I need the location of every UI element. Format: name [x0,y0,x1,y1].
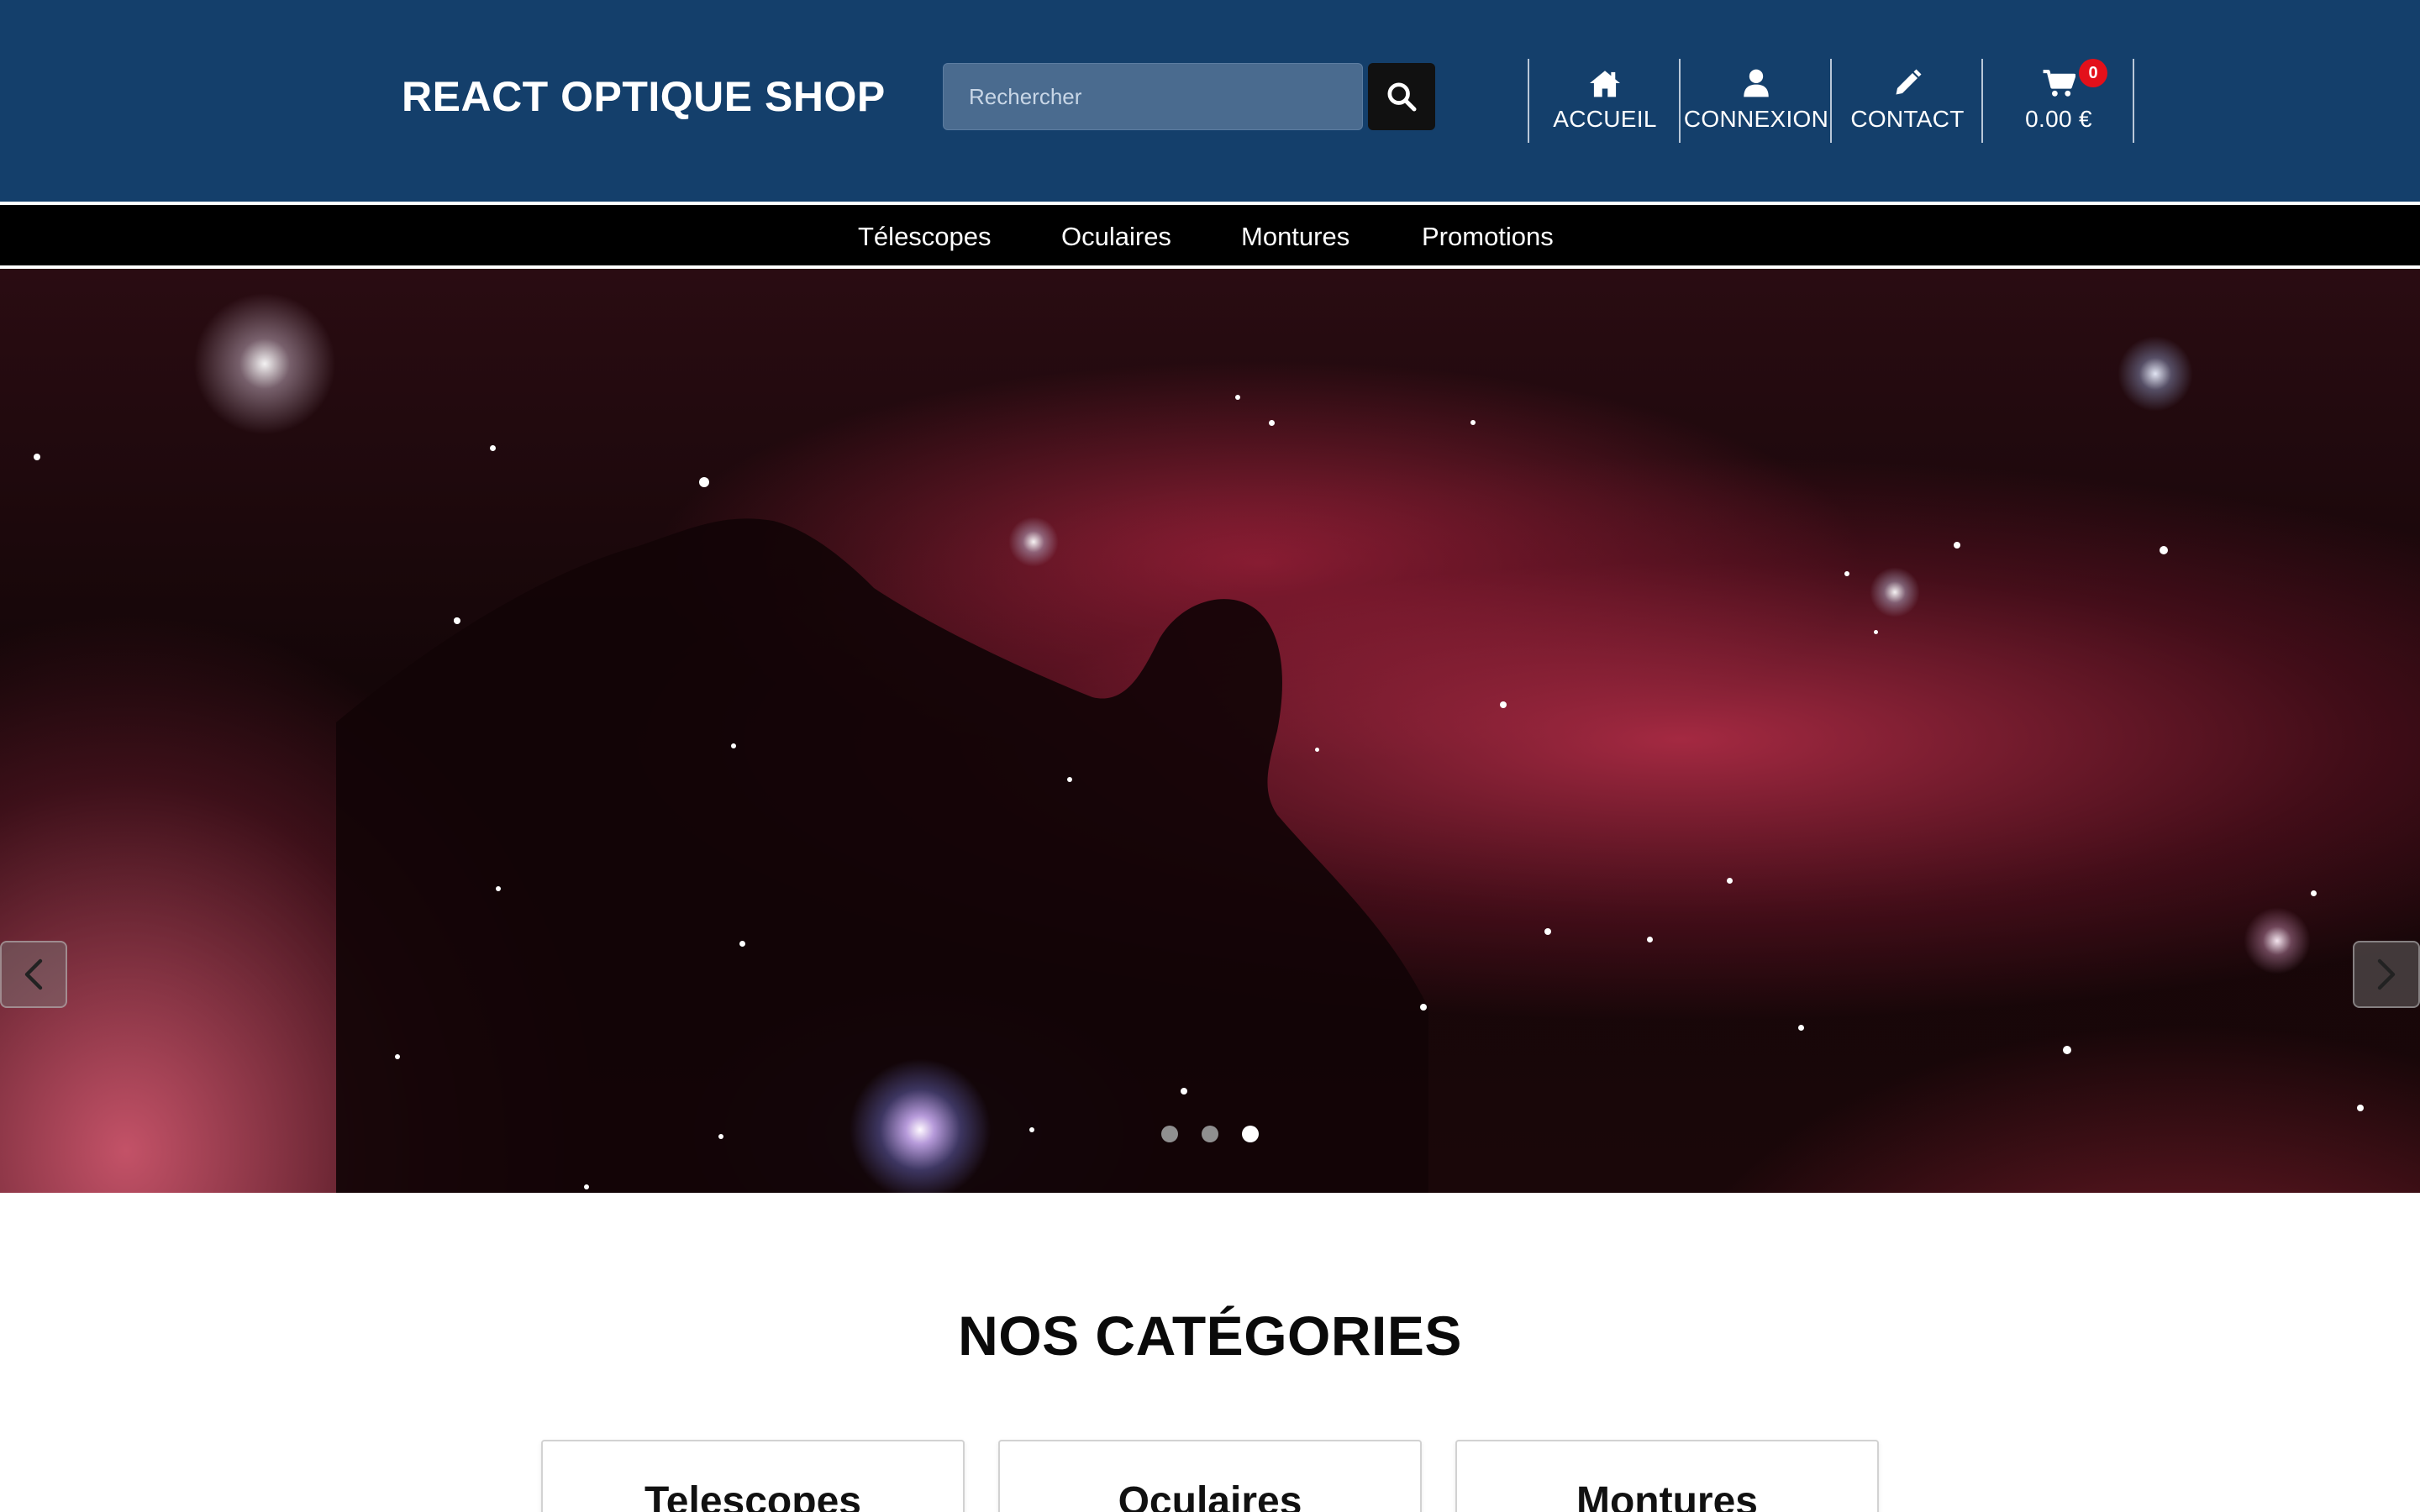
star [1500,701,1507,708]
categories-heading: NOS CATÉGORIES [958,1305,1462,1367]
star [1029,1127,1034,1132]
bright-star [1870,567,1920,617]
star [34,454,40,460]
bright-star [193,292,336,435]
star [718,1134,723,1139]
nav-accueil-label: ACCUEIL [1553,106,1657,132]
bright-star [1008,517,1059,567]
star [739,941,745,947]
star [2357,1105,2364,1111]
star [1420,1004,1427,1011]
carousel-dot-1[interactable] [1161,1126,1178,1142]
hero-carousel [0,269,2420,1193]
category-card-telescopes[interactable]: Telescopes [541,1440,965,1512]
star [496,886,501,891]
star [490,445,496,451]
category-link-oculaires[interactable]: Oculaires [1061,222,1171,252]
nav-connexion[interactable]: CONNEXION [1681,59,1832,143]
star [1470,420,1476,425]
reflection-nebula [849,1058,992,1193]
star [699,477,709,487]
home-icon [1588,64,1622,102]
star [1315,748,1319,752]
pencil-icon [1892,64,1923,102]
nav-divider [2133,59,2134,143]
star [1544,928,1551,935]
category-card-montures[interactable]: Montures [1455,1440,1879,1512]
carousel-dot-3[interactable] [1242,1126,1259,1142]
star [1235,395,1240,400]
category-card-oculaires[interactable]: Oculaires [998,1440,1422,1512]
star [454,617,460,623]
star [2311,890,2317,896]
chevron-right-icon [2377,958,2396,990]
star [395,1054,400,1059]
cart-icon [2042,64,2075,102]
brand-logo[interactable]: REACT OPTIQUE SHOP [402,72,886,121]
star [1798,1025,1804,1031]
nav-connexion-label: CONNEXION [1683,106,1829,132]
star [1181,1088,1187,1095]
bright-star [2244,907,2311,974]
category-card-title: Telescopes [644,1479,861,1512]
carousel-next-button[interactable] [2353,941,2420,1008]
carousel-prev-button[interactable] [0,941,67,1008]
nav-contact[interactable]: CONTACT [1832,59,1983,143]
category-card-title: Oculaires [1118,1479,1302,1512]
star [1727,878,1733,884]
star [2160,546,2168,554]
cart-button[interactable]: 0.00 € [1983,59,2134,143]
star [1874,630,1878,634]
nav-contact-label: CONTACT [1850,106,1965,132]
nav-accueil[interactable]: ACCUEIL [1529,59,1681,143]
chevron-left-icon [24,958,43,990]
search-button[interactable] [1368,63,1435,130]
star [1844,571,1849,576]
search-field[interactable] [943,63,1363,130]
bright-star [2118,336,2193,412]
category-link-telescopes[interactable]: Télescopes [858,222,992,252]
search-input[interactable] [944,64,1362,129]
cart-count-badge: 0 [2079,59,2107,87]
cart-total: 0.00 € [2025,106,2092,132]
category-card-title: Montures [1576,1479,1758,1512]
carousel-dot-2[interactable] [1202,1126,1218,1142]
search-icon [1387,82,1417,112]
star [1954,542,1960,549]
star [1067,777,1072,782]
site-header: REACT OPTIQUE SHOP ACCUEIL CONNEXION [0,0,2420,202]
star [731,743,736,748]
star [1647,937,1653,942]
star [584,1184,589,1189]
category-nav-bar: Télescopes Oculaires Montures Promotions [0,202,2420,269]
carousel-indicators [1160,1124,1260,1144]
star [1269,420,1275,426]
category-link-promotions[interactable]: Promotions [1422,222,1554,252]
star [2063,1046,2071,1054]
category-link-montures[interactable]: Montures [1241,222,1349,252]
user-icon [1742,64,1770,102]
